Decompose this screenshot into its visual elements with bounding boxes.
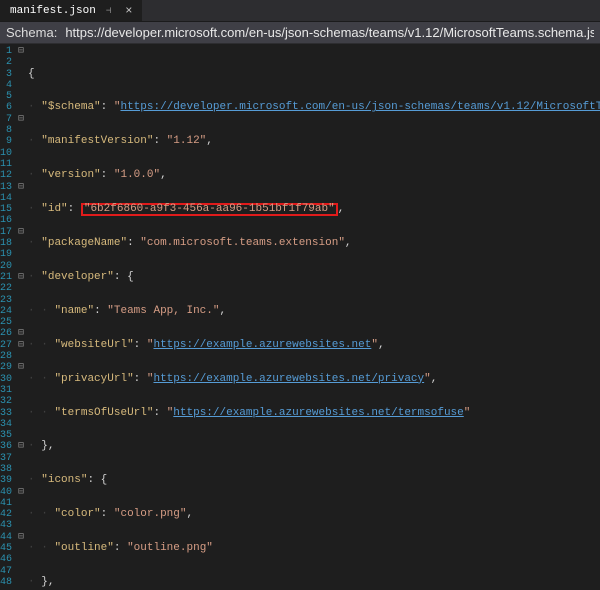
schema-label: Schema: bbox=[6, 25, 57, 40]
line-number-gutter: 1234567891011121314151617181920212223242… bbox=[0, 44, 18, 590]
line-number: 7 bbox=[0, 114, 12, 125]
line-number: 13 bbox=[0, 182, 12, 193]
highlight-app-id: "6b2f6860-a9f3-456a-aa96-1b51bf1f79ab" bbox=[81, 203, 338, 216]
line-number: 22 bbox=[0, 283, 12, 294]
line-number: 21 bbox=[0, 272, 12, 283]
line-number: 12 bbox=[0, 170, 12, 181]
tab-manifest-json[interactable]: manifest.json ⊣ × bbox=[0, 0, 143, 21]
line-number: 41 bbox=[0, 498, 12, 509]
line-number: 29 bbox=[0, 362, 12, 373]
tab-filename: manifest.json bbox=[10, 5, 96, 17]
line-number: 18 bbox=[0, 238, 12, 249]
line-number: 43 bbox=[0, 520, 12, 531]
line-number: 44 bbox=[0, 532, 12, 543]
line-number: 39 bbox=[0, 475, 12, 486]
line-number: 34 bbox=[0, 419, 12, 430]
tab-bar: manifest.json ⊣ × bbox=[0, 0, 600, 22]
line-number: 27 bbox=[0, 340, 12, 351]
line-number: 31 bbox=[0, 385, 12, 396]
line-number: 20 bbox=[0, 261, 12, 272]
code-line: { bbox=[28, 68, 35, 80]
line-number: 9 bbox=[0, 136, 12, 147]
line-number: 15 bbox=[0, 204, 12, 215]
line-number: 11 bbox=[0, 159, 12, 170]
line-number: 25 bbox=[0, 317, 12, 328]
privacy-link[interactable]: https://example.azurewebsites.net/privac… bbox=[153, 373, 424, 385]
code-area[interactable]: { · "$schema": "https://developer.micros… bbox=[24, 44, 600, 590]
line-number: 14 bbox=[0, 193, 12, 204]
line-number: 10 bbox=[0, 148, 12, 159]
line-number: 4 bbox=[0, 80, 12, 91]
line-number: 26 bbox=[0, 328, 12, 339]
line-number: 37 bbox=[0, 453, 12, 464]
line-number: 23 bbox=[0, 295, 12, 306]
line-number: 42 bbox=[0, 509, 12, 520]
website-link[interactable]: https://example.azurewebsites.net bbox=[153, 339, 371, 351]
line-number: 45 bbox=[0, 543, 12, 554]
line-number: 17 bbox=[0, 227, 12, 238]
line-number: 19 bbox=[0, 249, 12, 260]
line-number: 2 bbox=[0, 57, 12, 68]
line-number: 46 bbox=[0, 554, 12, 565]
tos-link[interactable]: https://example.azurewebsites.net/termso… bbox=[173, 407, 463, 419]
close-icon[interactable]: × bbox=[121, 4, 136, 18]
schema-bar: Schema: https://developer.microsoft.com/… bbox=[0, 22, 600, 44]
line-number: 38 bbox=[0, 464, 12, 475]
schema-url[interactable]: https://developer.microsoft.com/en-us/js… bbox=[65, 25, 594, 40]
line-number: 35 bbox=[0, 430, 12, 441]
line-number: 6 bbox=[0, 102, 12, 113]
line-number: 24 bbox=[0, 306, 12, 317]
line-number: 47 bbox=[0, 566, 12, 577]
line-number: 28 bbox=[0, 351, 12, 362]
line-number: 30 bbox=[0, 374, 12, 385]
schema-link[interactable]: https://developer.microsoft.com/en-us/js… bbox=[120, 101, 600, 113]
pin-icon[interactable]: ⊣ bbox=[106, 6, 111, 16]
line-number: 40 bbox=[0, 487, 12, 498]
code-editor[interactable]: 1234567891011121314151617181920212223242… bbox=[0, 44, 600, 590]
line-number: 3 bbox=[0, 69, 12, 80]
line-number: 16 bbox=[0, 215, 12, 226]
line-number: 32 bbox=[0, 396, 12, 407]
line-number: 48 bbox=[0, 577, 12, 588]
line-number: 8 bbox=[0, 125, 12, 136]
line-number: 5 bbox=[0, 91, 12, 102]
line-number: 36 bbox=[0, 441, 12, 452]
line-number: 1 bbox=[0, 46, 12, 57]
line-number: 33 bbox=[0, 408, 12, 419]
